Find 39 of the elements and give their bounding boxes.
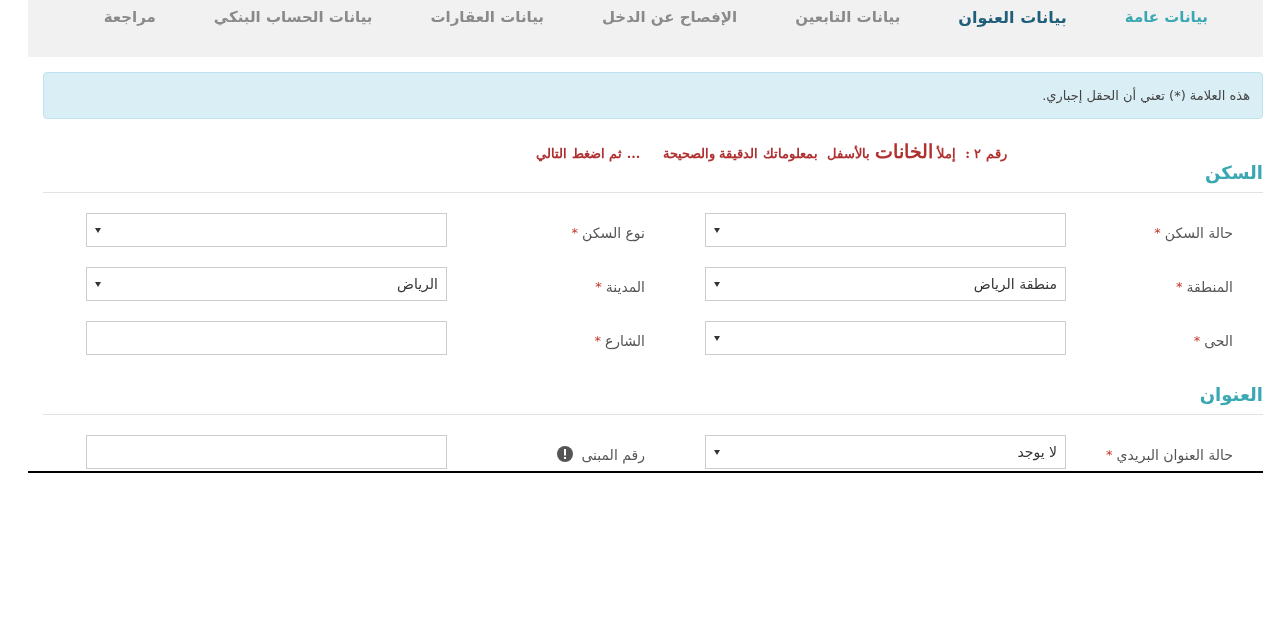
dropdown-field[interactable] — [705, 321, 1066, 355]
caret-icon — [95, 281, 101, 287]
dropdown-field[interactable] — [705, 213, 1066, 247]
step-tab[interactable]: الإفصاح عن الدخل — [601, 6, 738, 29]
caret-icon — [714, 281, 720, 287]
step-tab[interactable]: بيانات العقارات — [430, 6, 544, 29]
caret-icon — [714, 449, 720, 455]
field-label: رقم المبنى — [581, 446, 645, 466]
step-tab[interactable]: بيانات التابعين — [795, 6, 901, 29]
required-mark: * — [1175, 278, 1183, 296]
caret-icon — [714, 335, 720, 341]
required-mark: * — [594, 332, 601, 350]
step-tab[interactable]: مراجعة — [103, 6, 156, 29]
input-field[interactable] — [86, 321, 447, 355]
required-mark: * — [595, 278, 602, 296]
notice-text: هذه العلامة (*) تعني أن الحقل إجباري. — [1042, 86, 1250, 106]
step-tab[interactable]: بيانات عامة — [1124, 6, 1208, 29]
dropdown-field[interactable] — [86, 213, 447, 247]
dropdown-field[interactable]: الرياض — [86, 267, 447, 301]
field-label: الحى — [1204, 332, 1233, 351]
required-mark: * — [1193, 332, 1201, 350]
field-label: المنطقة — [1186, 278, 1233, 297]
dropdown-field[interactable]: لا يوجد — [705, 435, 1066, 469]
dropdown-field[interactable]: منطقة الرياض — [705, 267, 1066, 301]
required-mark: * — [571, 224, 579, 242]
required-mark: * — [1106, 446, 1113, 464]
step-tab[interactable]: بيانات الحساب البنكي — [213, 6, 373, 29]
input-field[interactable] — [86, 435, 447, 469]
field-label: المدينة — [605, 278, 645, 297]
field-label: نوع السكن — [582, 224, 645, 244]
caret-icon — [714, 227, 720, 233]
field-label: حالة السكن — [1164, 224, 1233, 244]
caret-icon — [95, 227, 101, 233]
section-title: العنوان — [1199, 384, 1263, 405]
field-label: حالة العنوان البريدي — [1116, 446, 1233, 466]
step-tab[interactable]: بيانات العنوان — [958, 6, 1067, 30]
required-mark: * — [1154, 224, 1161, 242]
section-title: السكن — [1205, 162, 1263, 183]
field-label: الشارع — [604, 332, 645, 352]
